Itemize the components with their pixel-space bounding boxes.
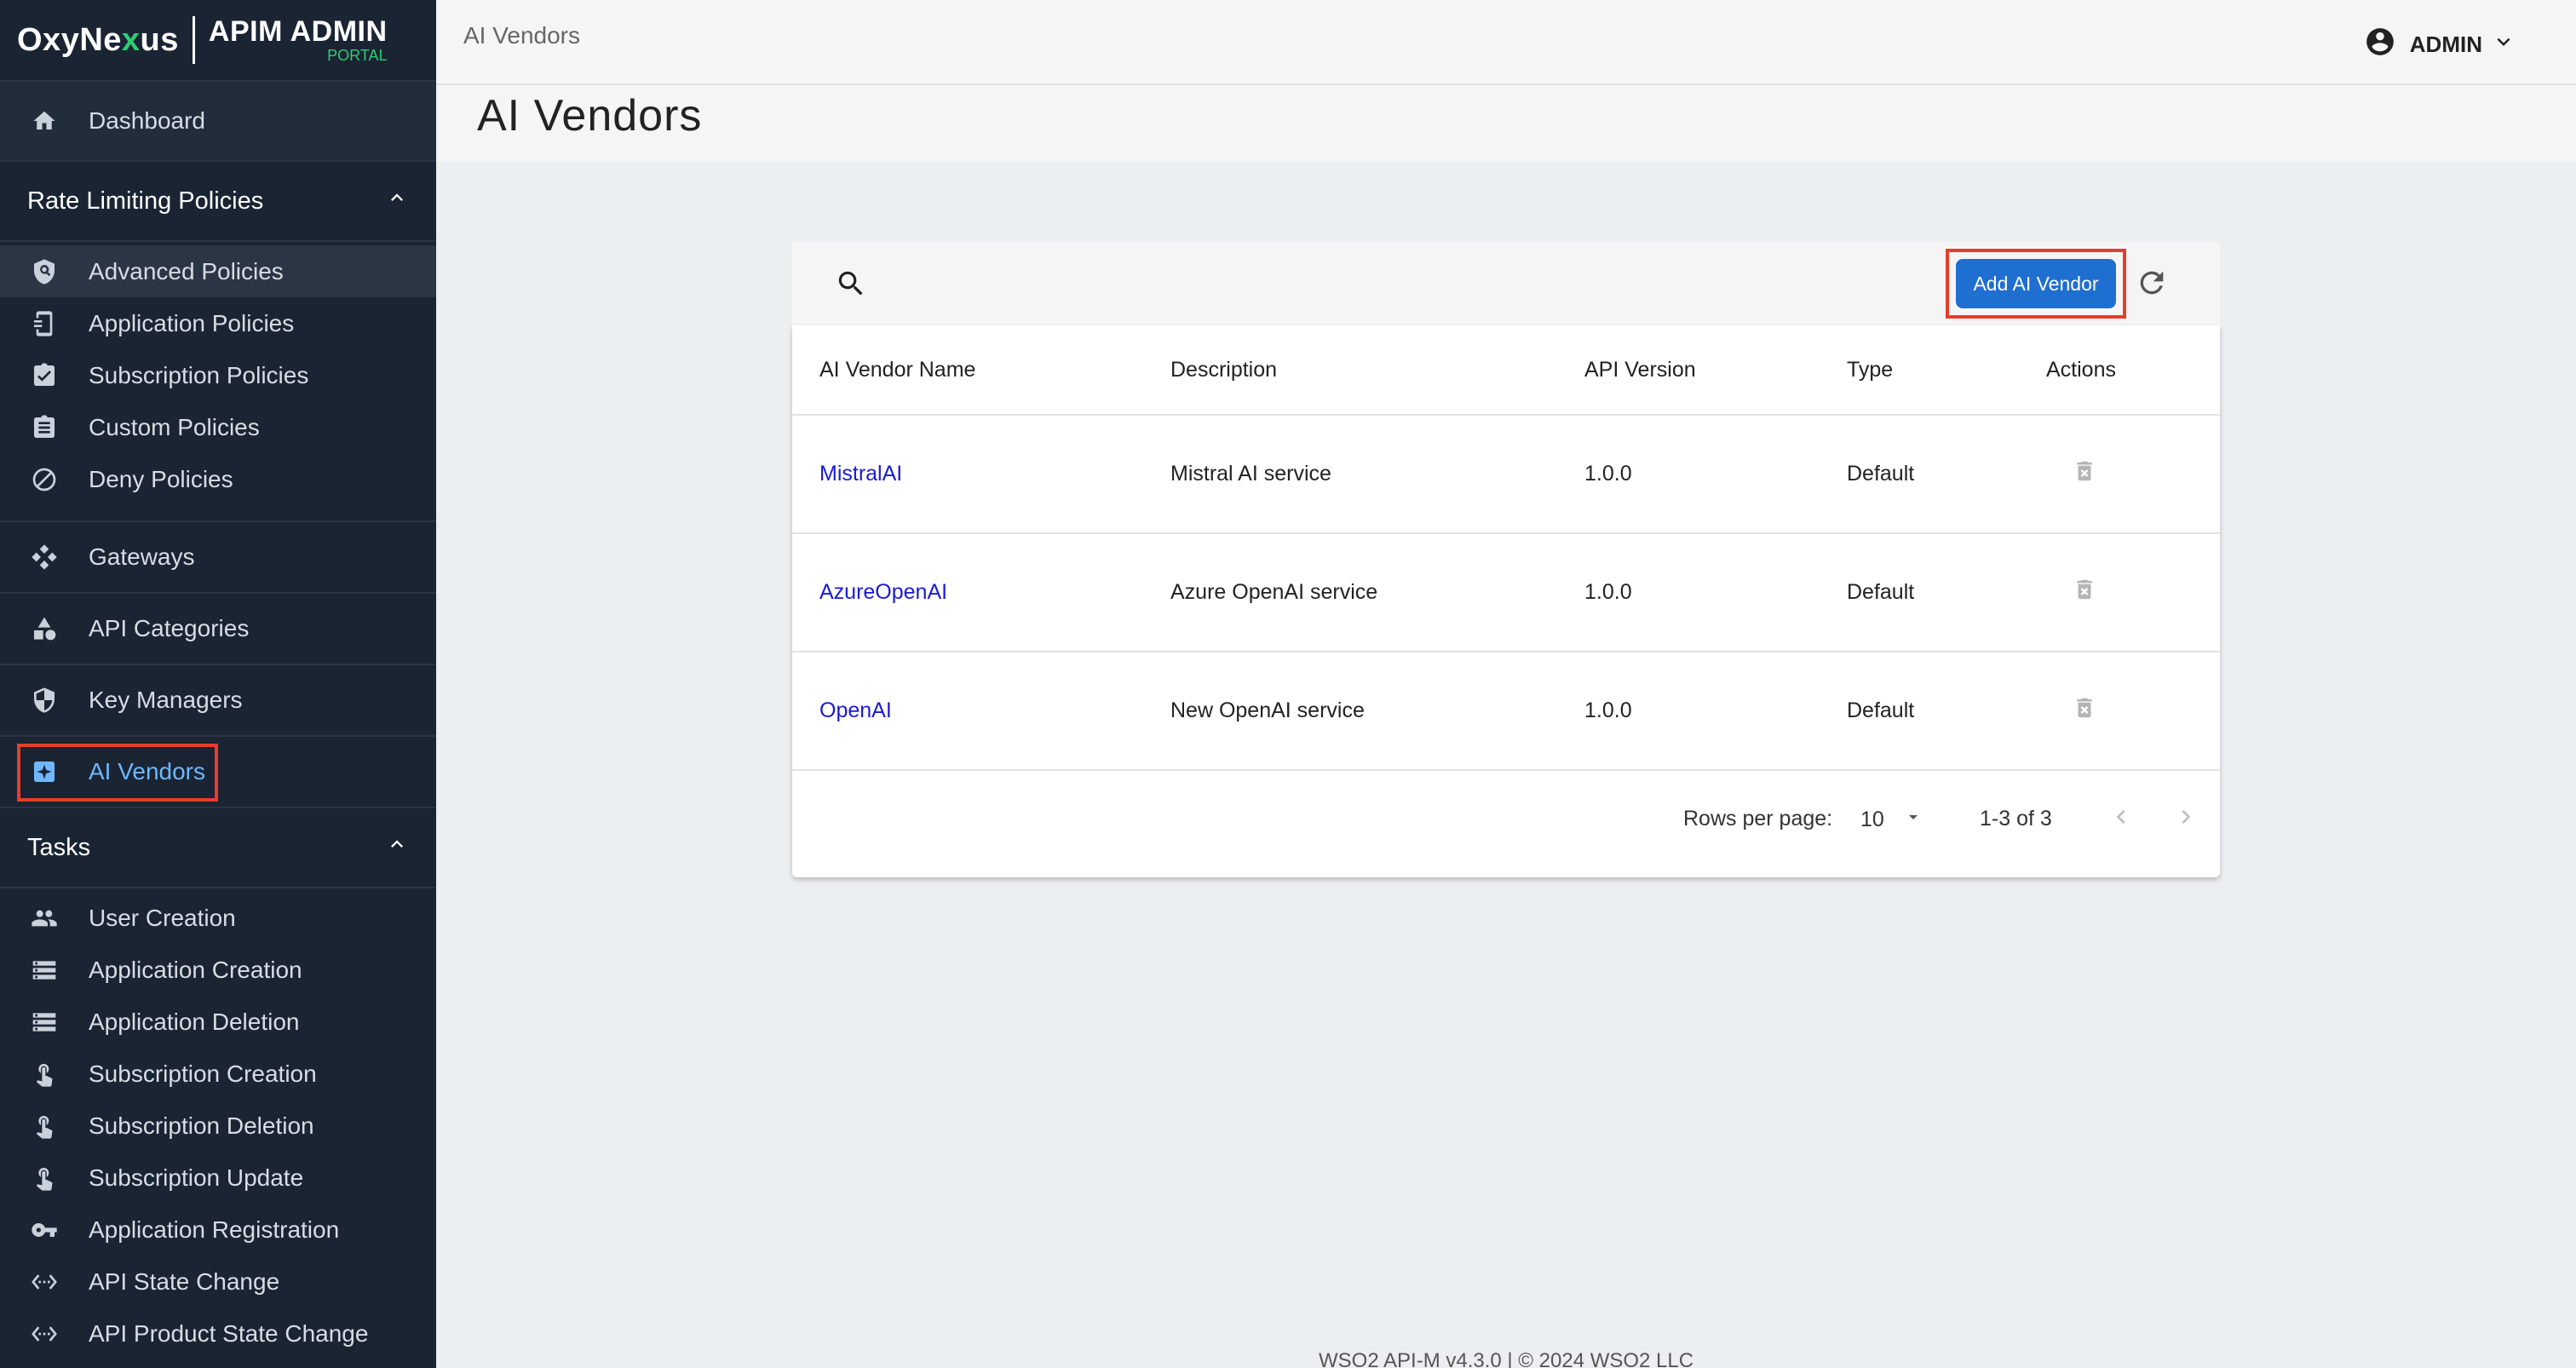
- sidebar-item-subscription-update[interactable]: Subscription Update: [0, 1152, 436, 1204]
- page-title: AI Vendors: [477, 91, 703, 141]
- column-header[interactable]: Type: [1847, 358, 1893, 382]
- oxynexus-logo: OxyNe x us: [17, 21, 179, 58]
- vendor-name-link[interactable]: MistralAI: [819, 462, 902, 486]
- table-toolbar: Add AI Vendor: [792, 242, 2220, 325]
- clipboard-list-icon: [27, 411, 61, 445]
- refresh-icon[interactable]: [2135, 266, 2169, 304]
- sidebar-item-subscription-creation[interactable]: Subscription Creation: [0, 1048, 436, 1100]
- device-icon: [27, 307, 61, 341]
- home-icon: [27, 104, 61, 138]
- touch-icon: [27, 1109, 61, 1143]
- sidebar-item-ai-vendors[interactable]: AI Vendors: [0, 737, 436, 808]
- ai-vendors-table: AI Vendor Name Description API Version T…: [792, 325, 2220, 877]
- brand-title: APIM ADMIN PORTAL: [208, 15, 388, 64]
- column-header[interactable]: API Version: [1584, 358, 1696, 382]
- sidebar-item-api-product-state-change[interactable]: API Product State Change: [0, 1308, 436, 1359]
- sidebar-item-key-managers[interactable]: Key Managers: [0, 665, 436, 737]
- touch-icon: [27, 1057, 61, 1091]
- code-dots-icon: [27, 1265, 61, 1299]
- people-icon: [27, 901, 61, 935]
- previous-page-icon[interactable]: [2107, 803, 2135, 836]
- code-dots-icon: [27, 1317, 61, 1351]
- column-header: Actions: [2046, 357, 2116, 382]
- sidebar-section-tasks[interactable]: Tasks: [0, 808, 436, 888]
- sidebar-item-api-categories[interactable]: API Categories: [0, 594, 436, 665]
- sidebar-item-dashboard[interactable]: Dashboard: [0, 82, 436, 162]
- add-ai-vendor-button[interactable]: Add AI Vendor: [1956, 259, 2116, 308]
- vendor-description: Azure OpenAI service: [1170, 580, 1378, 604]
- highlight-frame: Add AI Vendor: [1946, 249, 2126, 319]
- caret-down-icon: [1903, 807, 1923, 833]
- vendor-description: Mistral AI service: [1170, 462, 1331, 486]
- account-circle-icon: [2364, 26, 2396, 64]
- highlight-frame: [17, 744, 218, 802]
- sidebar-item-subscription-policies[interactable]: Subscription Policies: [0, 349, 436, 401]
- user-name: ADMIN: [2409, 32, 2482, 57]
- pagination-range: 1-3 of 3: [1980, 807, 2052, 831]
- breadcrumb: AI Vendors: [463, 22, 580, 49]
- top-bar: AI Vendors ADMIN: [436, 0, 2576, 85]
- table-header-row: AI Vendor Name Description API Version T…: [792, 325, 2220, 416]
- table-row: MistralAI Mistral AI service 1.0.0 Defau…: [792, 416, 2220, 534]
- sidebar-item-user-creation[interactable]: User Creation: [0, 892, 436, 944]
- next-page-icon[interactable]: [2172, 803, 2199, 836]
- sidebar: OxyNe x us APIM ADMIN PORTAL Dashboard Rat…: [0, 0, 436, 1368]
- brand-divider: [192, 16, 195, 64]
- page-footer: WSO2 API-M v4.3.0 | © 2024 WSO2 LLC: [1319, 1349, 1694, 1368]
- block-icon: [27, 463, 61, 497]
- vendor-version: 1.0.0: [1584, 698, 1632, 722]
- sidebar-item-custom-policies[interactable]: Custom Policies: [0, 401, 436, 453]
- vendor-version: 1.0.0: [1584, 462, 1632, 486]
- rows-per-page-label: Rows per page:: [1683, 807, 1833, 831]
- shield-search-icon: [27, 255, 61, 289]
- rate-limiting-list: Advanced Policies Application Policies S…: [0, 242, 436, 522]
- table-row: AzureOpenAI Azure OpenAI service 1.0.0 D…: [792, 534, 2220, 652]
- tasks-list: User Creation Application Creation Appli…: [0, 888, 436, 1359]
- sidebar-item-deny-policies[interactable]: Deny Policies: [0, 453, 436, 505]
- vendor-description: New OpenAI service: [1170, 698, 1365, 722]
- rows-per-page-select[interactable]: 10: [1860, 807, 1923, 833]
- vendor-version: 1.0.0: [1584, 580, 1632, 604]
- category-icon: [27, 612, 61, 646]
- sidebar-item-application-policies[interactable]: Application Policies: [0, 297, 436, 349]
- sidebar-item-api-state-change[interactable]: API State Change: [0, 1256, 436, 1308]
- vendor-type: Default: [1847, 698, 1915, 722]
- clipboard-check-icon: [27, 359, 61, 393]
- gateway-icon: [27, 540, 61, 574]
- sidebar-item-application-creation[interactable]: Application Creation: [0, 944, 436, 996]
- storage-icon: [27, 1005, 61, 1039]
- vendor-name-link[interactable]: AzureOpenAI: [819, 580, 947, 605]
- key-icon: [27, 1213, 61, 1247]
- sidebar-item-gateways[interactable]: Gateways: [0, 522, 436, 594]
- search-icon[interactable]: [835, 267, 867, 304]
- chevron-down-icon: [2491, 29, 2516, 60]
- sidebar-item-application-deletion[interactable]: Application Deletion: [0, 996, 436, 1048]
- table-pagination: Rows per page: 10 1-3 of 3: [792, 771, 2220, 873]
- delete-icon[interactable]: [2072, 575, 2097, 610]
- sidebar-section-rate-limiting[interactable]: Rate Limiting Policies: [0, 162, 436, 242]
- sidebar-item-application-registration[interactable]: Application Registration: [0, 1204, 436, 1256]
- column-header[interactable]: Description: [1170, 358, 1277, 382]
- user-menu[interactable]: ADMIN: [2364, 26, 2516, 64]
- chevron-up-icon: [385, 186, 409, 216]
- brand-header[interactable]: OxyNe x us APIM ADMIN PORTAL: [0, 0, 436, 82]
- sidebar-item-subscription-deletion[interactable]: Subscription Deletion: [0, 1100, 436, 1152]
- table-row: OpenAI New OpenAI service 1.0.0 Default: [792, 652, 2220, 771]
- vendor-type: Default: [1847, 580, 1915, 604]
- security-shield-icon: [27, 683, 61, 717]
- touch-icon: [27, 1161, 61, 1195]
- page-header: AI Vendors: [436, 85, 2576, 162]
- column-header[interactable]: AI Vendor Name: [819, 358, 975, 382]
- sidebar-item-advanced-policies[interactable]: Advanced Policies: [0, 245, 436, 297]
- vendor-name-link[interactable]: OpenAI: [819, 698, 892, 723]
- delete-icon[interactable]: [2072, 693, 2097, 728]
- sidebar-item-label: Dashboard: [89, 107, 205, 134]
- vendor-type: Default: [1847, 462, 1915, 486]
- storage-icon: [27, 953, 61, 987]
- delete-icon[interactable]: [2072, 457, 2097, 491]
- chevron-up-icon: [385, 832, 409, 863]
